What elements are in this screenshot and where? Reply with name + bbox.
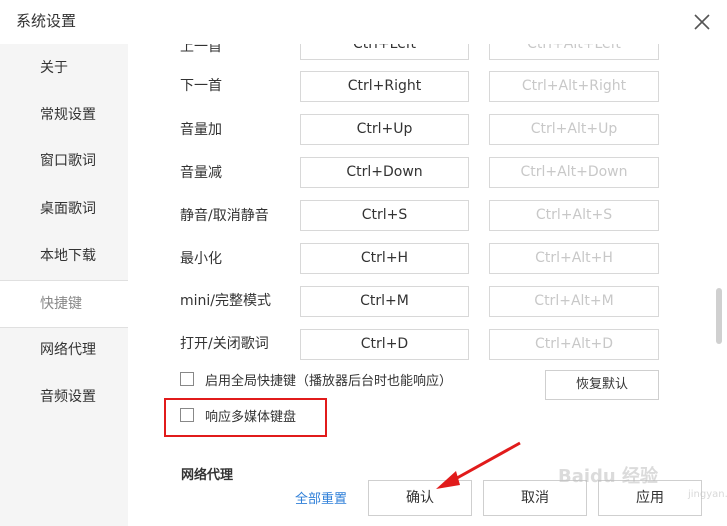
hotkey-field-prev[interactable]: Ctrl+Left (300, 44, 469, 60)
hotkey-field-toggle-lyrics[interactable]: Ctrl+D (300, 329, 469, 360)
reset-all-link[interactable]: 全部重置 (295, 488, 347, 507)
close-icon[interactable] (692, 12, 712, 32)
hotkey-label-volume-down: 音量减 (180, 165, 222, 181)
hotkey-alt-field-mini-mode[interactable]: Ctrl+Alt+M (489, 286, 659, 317)
hotkey-label-toggle-lyrics: 打开/关闭歌词 (180, 336, 269, 352)
hotkey-field-mute[interactable]: Ctrl+S (300, 200, 469, 231)
hotkey-alt-field-minimize[interactable]: Ctrl+Alt+H (489, 243, 659, 274)
hotkey-alt-field-volume-down[interactable]: Ctrl+Alt+Down (489, 157, 659, 188)
scrollbar-track[interactable] (716, 44, 724, 526)
hotkey-label-prev: 上一首 (180, 44, 222, 55)
hotkey-field-next[interactable]: Ctrl+Right (300, 71, 469, 102)
hotkey-label-minimize: 最小化 (180, 251, 222, 267)
sidebar-item-network-proxy[interactable]: 网络代理 (0, 327, 128, 373)
global-hotkey-label: 启用全局快捷键（播放器后台时也能响应） (205, 374, 453, 389)
hotkey-alt-field-volume-up[interactable]: Ctrl+Alt+Up (489, 114, 659, 145)
media-keyboard-label: 响应多媒体键盘 (205, 410, 297, 425)
restore-default-button[interactable]: 恢复默认 (545, 370, 659, 400)
sidebar-item-general[interactable]: 常规设置 (0, 92, 128, 138)
hotkey-field-volume-down[interactable]: Ctrl+Down (300, 157, 469, 188)
global-hotkey-checkbox[interactable] (180, 372, 194, 386)
sidebar-item-local-download[interactable]: 本地下载 (0, 233, 128, 279)
watermark-logo: Baidu 经验 (558, 466, 659, 487)
sidebar-item-desktop-lyrics[interactable]: 桌面歌词 (0, 186, 128, 232)
sidebar-item-about[interactable]: 关于 (0, 45, 128, 91)
hotkey-alt-field-prev[interactable]: Ctrl+Alt+Left (489, 44, 659, 60)
hotkey-settings-panel: 上一首 Ctrl+Left Ctrl+Alt+Left 下一首 Ctrl+Rig… (128, 44, 727, 526)
hotkey-field-volume-up[interactable]: Ctrl+Up (300, 114, 469, 145)
hotkey-label-mini-mode: mini/完整模式 (180, 293, 272, 309)
media-keyboard-checkbox[interactable] (180, 408, 194, 422)
sidebar-item-audio[interactable]: 音频设置 (0, 374, 128, 420)
sidebar-item-window-lyrics[interactable]: 窗口歌词 (0, 138, 128, 184)
hotkey-label-mute: 静音/取消静音 (180, 208, 269, 224)
hotkey-alt-field-toggle-lyrics[interactable]: Ctrl+Alt+D (489, 329, 659, 360)
scrollbar-thumb[interactable] (716, 288, 722, 344)
settings-sidebar: 关于 常规设置 窗口歌词 桌面歌词 本地下载 快捷键 网络代理 音频设置 (0, 44, 128, 526)
hotkey-label-volume-up: 音量加 (180, 122, 222, 138)
hotkey-field-minimize[interactable]: Ctrl+H (300, 243, 469, 274)
hotkey-label-next: 下一首 (180, 78, 222, 94)
arrow-annotation-icon (436, 441, 521, 489)
hotkey-field-mini-mode[interactable]: Ctrl+M (300, 286, 469, 317)
hotkey-alt-field-next[interactable]: Ctrl+Alt+Right (489, 71, 659, 102)
hotkey-alt-field-mute[interactable]: Ctrl+Alt+S (489, 200, 659, 231)
watermark-url: jingyan.baidu.com (688, 489, 727, 500)
window-title: 系统设置 (16, 12, 77, 30)
sidebar-item-hotkeys[interactable]: 快捷键 (0, 281, 128, 327)
section-title-network-proxy: 网络代理 (181, 468, 234, 483)
title-bar: 系统设置 (0, 0, 727, 44)
